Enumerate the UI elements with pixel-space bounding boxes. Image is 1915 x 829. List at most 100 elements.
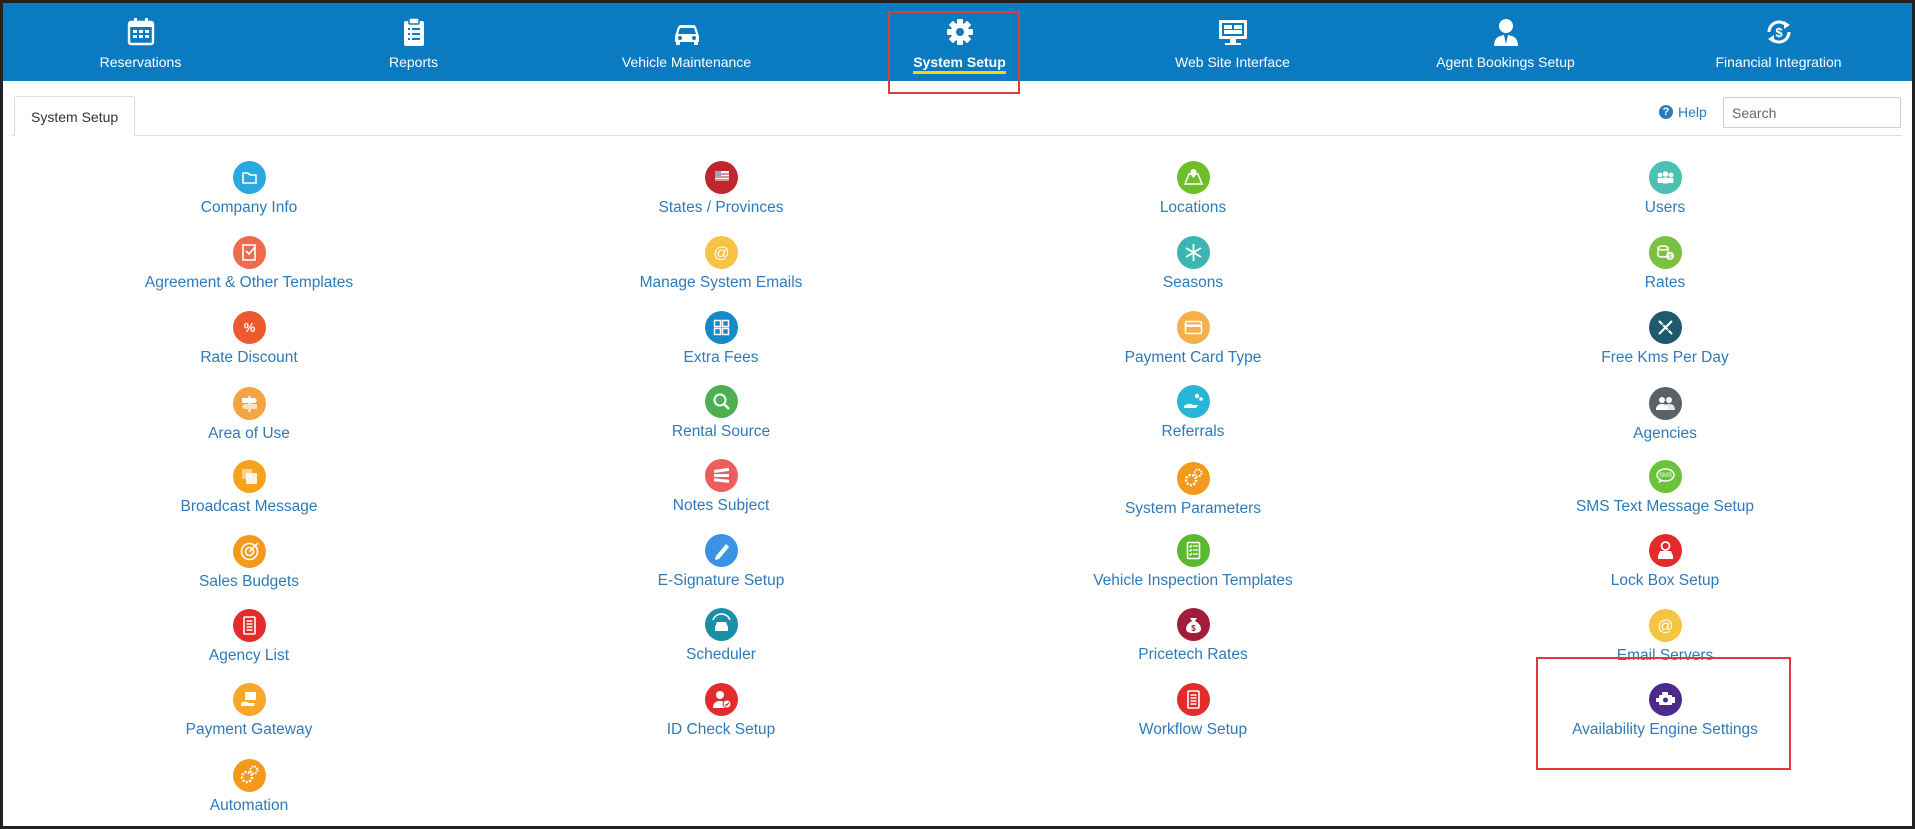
nav-vehicle-maintenance[interactable]: Vehicle Maintenance: [550, 3, 823, 81]
tab-system-setup[interactable]: System Setup: [14, 96, 136, 137]
nav-web-site-interface[interactable]: Web Site Interface: [1096, 3, 1369, 81]
setup-item-label: Workflow Setup: [1138, 721, 1248, 738]
setup-item-seasons[interactable]: Seasons: [993, 236, 1393, 296]
setup-item-label: Lock Box Setup: [1610, 572, 1720, 589]
setup-item-label: States / Provinces: [658, 199, 784, 216]
setup-item-notes-subject[interactable]: Notes Subject: [521, 459, 921, 519]
setup-item-availability-engine-settings[interactable]: Availability Engine Settings: [1465, 683, 1865, 743]
at-sign-icon: @: [704, 236, 738, 269]
users-icon: [1648, 161, 1682, 194]
help-label: Help: [1678, 104, 1707, 120]
setup-item-label: Broadcast Message: [180, 498, 318, 515]
percent-icon: %: [232, 311, 266, 344]
setup-item-label: Rates: [1644, 274, 1686, 291]
help-link[interactable]: ? Help: [1659, 102, 1707, 122]
setup-item-agencies[interactable]: Agencies: [1465, 387, 1865, 447]
setup-item-id-check-setup[interactable]: ID Check Setup: [521, 683, 921, 743]
checklist-icon: [1176, 534, 1210, 567]
svg-text:SMS: SMS: [1658, 473, 1671, 479]
nav-label: Agent Bookings Setup: [1436, 54, 1575, 70]
road-cross-icon: [1648, 311, 1682, 344]
setup-item-sms-text-message-setup[interactable]: SMS SMS Text Message Setup: [1465, 460, 1865, 520]
user-check-icon: [704, 683, 738, 716]
svg-text:$: $: [1191, 624, 1196, 633]
setup-item-agreement-templates[interactable]: Agreement & Other Templates: [49, 236, 449, 296]
setup-item-label: Extra Fees: [683, 349, 759, 366]
setup-item-label: ID Check Setup: [666, 721, 776, 738]
setup-item-payment-card-type[interactable]: Payment Card Type: [993, 311, 1393, 371]
dollar-sync-icon: $: [1767, 20, 1790, 44]
setup-item-area-of-use[interactable]: Area of Use: [49, 387, 449, 447]
setup-item-agency-list[interactable]: Agency List: [49, 609, 449, 669]
setup-item-vehicle-inspection-templates[interactable]: Vehicle Inspection Templates: [993, 534, 1393, 594]
search-input[interactable]: [1723, 97, 1901, 128]
nav-agent-bookings-setup[interactable]: Agent Bookings Setup: [1369, 3, 1642, 81]
setup-item-label: Email Servers: [1616, 647, 1714, 664]
setup-item-label: Seasons: [1162, 274, 1224, 291]
setup-item-label: Notes Subject: [672, 497, 770, 514]
nav-label: Web Site Interface: [1175, 54, 1290, 70]
magnifier-icon: [704, 385, 738, 418]
setup-item-label: E-Signature Setup: [657, 572, 785, 589]
setup-item-label: Payment Card Type: [1124, 349, 1262, 366]
flag-icon: [704, 161, 738, 194]
engine-icon: [1648, 683, 1682, 716]
setup-item-rates[interactable]: $ Rates: [1465, 236, 1865, 296]
setup-item-referrals[interactable]: Referrals: [993, 385, 1393, 445]
money-bag-icon: $: [1176, 608, 1210, 641]
setup-item-users[interactable]: Users: [1465, 161, 1865, 221]
coins-icon: $: [1648, 236, 1682, 269]
gears-icon: [1176, 462, 1210, 495]
setup-item-automation[interactable]: Automation: [49, 759, 449, 819]
svg-text:@: @: [713, 245, 729, 262]
agent-icon: [1493, 19, 1518, 46]
notes-stack-icon: [704, 459, 738, 492]
nav-financial-integration[interactable]: $ Financial Integration: [1642, 3, 1915, 81]
tab-strip: System Setup: [12, 96, 1902, 137]
setup-item-label: Locations: [1159, 199, 1227, 216]
setup-item-label: Referrals: [1161, 423, 1225, 440]
nav-reports[interactable]: Reports: [277, 3, 550, 81]
car-sync-icon: [704, 608, 738, 641]
setup-item-label: Payment Gateway: [185, 721, 313, 738]
setup-item-email-servers[interactable]: @ Email Servers: [1465, 609, 1865, 669]
svg-text:%: %: [243, 320, 255, 335]
setup-item-scheduler[interactable]: Scheduler: [521, 608, 921, 668]
setup-item-manage-system-emails[interactable]: @ Manage System Emails: [521, 236, 921, 296]
card-icon: [1176, 311, 1210, 344]
agencies-icon: [1648, 387, 1682, 420]
setup-item-e-signature-setup[interactable]: E-Signature Setup: [521, 534, 921, 594]
setup-item-extra-fees[interactable]: Extra Fees: [521, 311, 921, 371]
setup-item-system-parameters[interactable]: System Parameters: [993, 462, 1393, 522]
nav-label: Financial Integration: [1715, 54, 1842, 70]
setup-item-broadcast-message[interactable]: Broadcast Message: [49, 460, 449, 520]
setup-item-pricetech-rates[interactable]: $ Pricetech Rates: [993, 608, 1393, 668]
setup-item-label: SMS Text Message Setup: [1575, 498, 1755, 515]
setup-item-label: System Parameters: [1124, 500, 1262, 517]
nav-system-setup[interactable]: System Setup: [823, 3, 1096, 81]
setup-item-rental-source[interactable]: Rental Source: [521, 385, 921, 445]
setup-item-workflow-setup[interactable]: Workflow Setup: [993, 683, 1393, 743]
calculator-icon: [704, 311, 738, 344]
stacked-squares-icon: [232, 460, 266, 493]
nav-reservations[interactable]: Reservations: [4, 3, 277, 81]
setup-item-label: Automation: [209, 797, 289, 814]
setup-item-lock-box-setup[interactable]: Lock Box Setup: [1465, 534, 1865, 594]
payment-hand-icon: [232, 683, 266, 716]
setup-item-rate-discount[interactable]: % Rate Discount: [49, 311, 449, 371]
setup-item-label: Rental Source: [671, 423, 771, 440]
pen-icon: [704, 534, 738, 567]
setup-item-label: Agency List: [208, 647, 290, 664]
list-icon: [1176, 683, 1210, 716]
setup-item-company-info[interactable]: Company Info: [49, 161, 449, 221]
setup-item-payment-gateway[interactable]: Payment Gateway: [49, 683, 449, 743]
list-icon: [232, 609, 266, 642]
target-icon: [232, 535, 266, 568]
setup-item-label: Rate Discount: [200, 349, 298, 366]
setup-item-free-kms-per-day[interactable]: Free Kms Per Day: [1465, 311, 1865, 371]
setup-item-states-provinces[interactable]: States / Provinces: [521, 161, 921, 221]
svg-text:$: $: [1775, 25, 1783, 40]
setup-item-locations[interactable]: Locations: [993, 161, 1393, 221]
setup-item-sales-budgets[interactable]: Sales Budgets: [49, 535, 449, 595]
snowflake-icon: [1176, 236, 1210, 269]
